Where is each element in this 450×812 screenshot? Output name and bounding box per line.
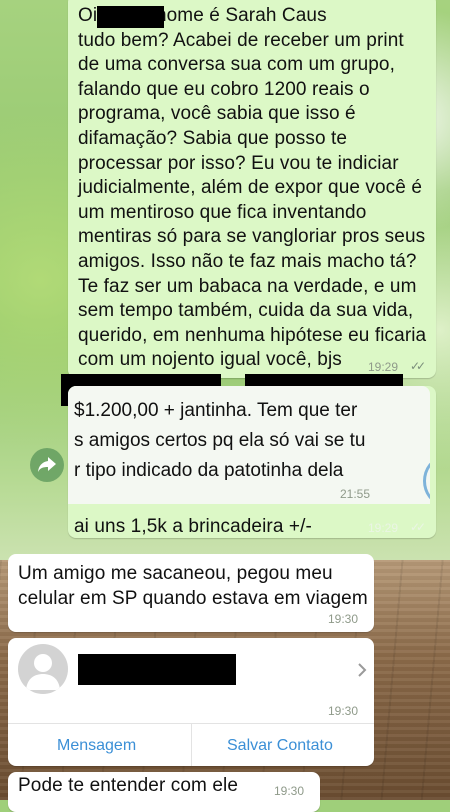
read-ticks-icon: ✓✓ <box>410 520 426 534</box>
message-line: tudo bem? Acabei de receber um print <box>78 29 404 51</box>
message-line: amigos. Isso não te faz mais macho tá? <box>78 250 417 272</box>
message-line: mentiras só para se vangloriar pros seus <box>78 226 426 248</box>
message-line: judicialmente, além de expor que você é <box>78 177 422 199</box>
quoted-line: r tipo indicado da patotinha dela <box>74 460 344 481</box>
message-line: um mentiroso que fica inventando <box>78 201 367 223</box>
message-time: 19:29 <box>368 360 399 374</box>
incoming-message[interactable]: Pode te entender com ele 19:30 <box>8 772 320 812</box>
message-line: ai uns 1,5k a brincadeira +/- <box>74 516 312 537</box>
message-line: sem tempo também, cuida da sua vida, <box>78 300 414 322</box>
default-avatar-icon <box>18 644 68 694</box>
card-divider-vertical <box>191 723 192 766</box>
message-time: 19:30 <box>328 612 359 626</box>
forward-arrow-icon <box>38 457 56 472</box>
read-ticks-icon: ✓✓ <box>410 359 426 373</box>
redacted-contact-name <box>78 654 236 685</box>
message-line: programa, você sabia que isso é <box>78 103 356 125</box>
message-line: difamação? Sabia que posso te <box>78 127 348 149</box>
message-line: de uma conversa sua com um grupo, <box>78 54 395 76</box>
quoted-text: $1.200,00 + jantinha. Tem que ter s amig… <box>74 396 434 486</box>
message-line: falando que eu cobro 1200 reais o <box>78 78 370 100</box>
redacted-name <box>97 6 164 28</box>
message-line: Um amigo me sacaneou, pegou meu <box>18 563 333 584</box>
message-line: querido, em nenhuma hipótese eu ficaria <box>78 324 427 346</box>
quoted-line: $1.200,00 + jantinha. Tem que ter <box>74 400 358 421</box>
save-contact-button[interactable]: Salvar Contato <box>227 737 333 755</box>
forward-button[interactable] <box>30 448 64 482</box>
quoted-line: s amigos certos pq ela só vai se tu <box>74 430 366 451</box>
message-time: 19:30 <box>274 784 305 798</box>
message-contact-button[interactable]: Mensagem <box>57 737 136 755</box>
message-line: Te faz ser um babaca na verdade, e um <box>78 275 417 297</box>
incoming-message[interactable]: Um amigo me sacaneou, pegou meu celular … <box>8 554 374 632</box>
chevron-right-icon[interactable] <box>357 662 367 678</box>
message-line: Pode te entender com ele <box>18 775 238 796</box>
quoted-time: 21:55 <box>340 487 371 501</box>
message-line: celular em SP quando estava em viagem <box>18 587 368 609</box>
outgoing-message-long[interactable]: Oi , meu nome é Sarah Caus tudo bem? Aca… <box>68 0 436 378</box>
message-time: 19:30 <box>328 704 359 718</box>
message-line: processar por isso? Eu vou te indiciar <box>78 152 399 174</box>
message-time: 19:29 <box>368 521 399 535</box>
